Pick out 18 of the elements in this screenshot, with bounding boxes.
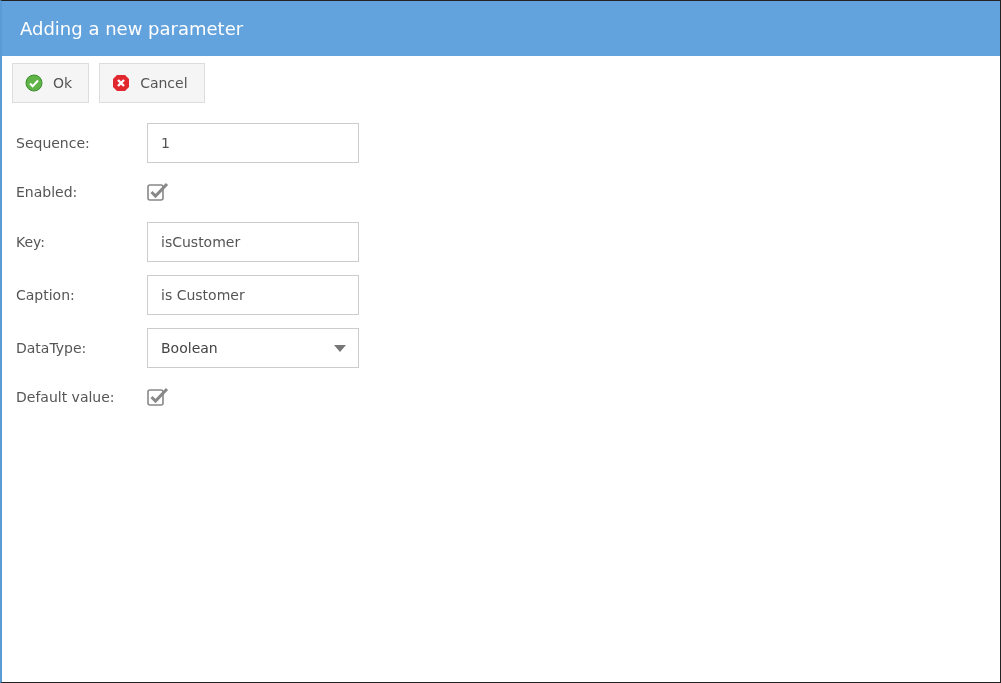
dropdown-field[interactable]: Boolean [147,328,359,368]
close-icon [112,74,131,92]
cancel-button[interactable]: Cancel [99,63,205,103]
field-label: Enabled: [16,184,79,200]
text-field[interactable]: 1 [147,123,359,163]
window-title: Adding a new parameter [20,18,244,39]
check-circle-icon [25,74,43,92]
text-field[interactable]: is Customer [147,275,359,315]
field-label: Key: [16,234,47,250]
field-label: DataType: [16,340,88,356]
caret-icon [334,344,346,352]
checkbox[interactable] [147,387,169,407]
field-label: Default value: [16,389,116,405]
text-field[interactable]: isCustomer [147,222,359,262]
checkbox[interactable] [147,182,169,202]
field-label: Caption: [16,287,76,303]
ok-button[interactable]: Ok [12,63,90,103]
field-label: Sequence: [16,135,91,151]
